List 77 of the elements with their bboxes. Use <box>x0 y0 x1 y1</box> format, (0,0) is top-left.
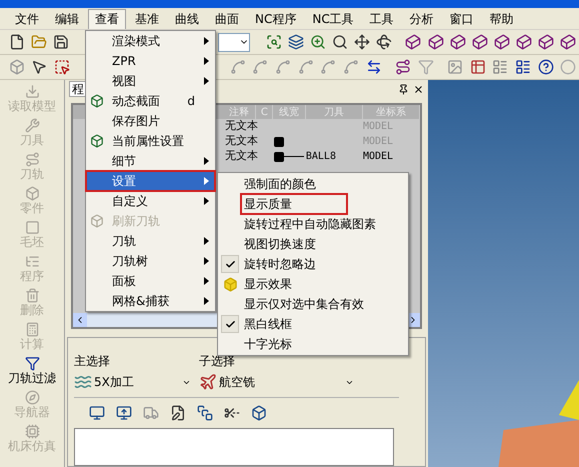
sidebar-item[interactable]: 刀轨过滤 <box>8 371 56 386</box>
submenu-arrow-icon <box>204 197 209 205</box>
field-label: 子选择 <box>199 353 235 370</box>
cube-icon <box>222 276 238 292</box>
menu-item[interactable]: 旋转时忽略边 <box>242 255 318 273</box>
route-icon <box>24 152 40 167</box>
menu-item[interactable]: 视图 <box>86 71 215 91</box>
menu-item[interactable]: 旋转过程中自动隐藏图素 <box>242 215 378 233</box>
sub-select-dropdown[interactable]: 航空铣 <box>199 373 354 391</box>
menu-item[interactable]: 强制面的颜色 <box>242 175 318 193</box>
menu-item[interactable]: 渲染模式 <box>86 31 215 51</box>
close-icon[interactable] <box>413 84 424 94</box>
submenu-arrow-icon <box>204 177 209 185</box>
trash-icon <box>24 288 40 303</box>
submenu-arrow-icon <box>204 57 209 65</box>
menu-bar-item[interactable]: 文件 <box>8 8 46 28</box>
submenu-arrow-icon <box>204 297 209 305</box>
menu-item[interactable]: 视图切换速度 <box>242 235 318 253</box>
chip-icon <box>24 424 40 439</box>
menu-bar-item[interactable]: 分析 <box>402 8 441 28</box>
table-cell-text: 无文本 <box>225 133 259 150</box>
menu-item[interactable]: 刀轨树 <box>86 251 215 271</box>
submenu-arrow-icon <box>204 37 209 45</box>
menu-bar-item[interactable]: 曲线 <box>168 8 206 28</box>
menu-bar-item[interactable]: NC程序 <box>248 8 304 28</box>
menu-item[interactable]: 当前属性设置 <box>86 131 215 151</box>
menu-bar-item[interactable]: NC工具 <box>305 8 361 28</box>
main-select-dropdown[interactable]: 5X加工 <box>74 373 191 391</box>
shortcut-label: d <box>187 93 196 110</box>
square-icon <box>24 220 40 235</box>
field-label: 主选择 <box>74 353 111 370</box>
menu-item-icon <box>90 214 104 228</box>
menu-item-icon <box>90 134 104 148</box>
menu-bar-item[interactable]: 查看 <box>88 8 126 28</box>
scroll-left-icon[interactable] <box>73 313 87 327</box>
combo-box[interactable] <box>218 32 250 52</box>
table-cell-text: MODEL <box>362 135 394 149</box>
menu-item[interactable]: 显示质量 <box>242 195 346 213</box>
menu-item[interactable]: 十字光标 <box>242 335 294 353</box>
submenu-arrow-icon <box>204 277 209 285</box>
table-cell-text: MODEL <box>362 120 394 134</box>
compass-icon <box>24 390 40 405</box>
submenu-arrow-icon <box>204 257 209 265</box>
wrench-icon <box>24 118 40 133</box>
menu-item[interactable]: 动态截面 d <box>86 91 215 111</box>
menu-item[interactable]: 黑白线框 <box>242 315 294 333</box>
table-cell-text: 无文本 <box>225 148 259 164</box>
menu-bar-item[interactable]: 编辑 <box>48 8 86 28</box>
calculator-icon <box>24 322 40 337</box>
menu-bar-item[interactable]: 曲面 <box>208 8 246 28</box>
menu-bar-item[interactable]: 基准 <box>128 8 166 28</box>
menu-item[interactable]: ZPR <box>86 51 215 71</box>
menu-item[interactable]: 显示仅对选中集合有效 <box>242 295 366 313</box>
submenu-arrow-icon <box>204 157 209 165</box>
plane-icon <box>199 373 217 391</box>
pin-icon[interactable] <box>398 84 409 94</box>
table-cell-text: 无文本 <box>225 118 259 134</box>
menu-item[interactable]: 设置 <box>86 171 215 191</box>
box-icon <box>24 186 40 201</box>
submenu-arrow-icon <box>204 77 209 85</box>
filter-icon <box>24 356 40 371</box>
menu-bar-item[interactable]: 工具 <box>362 8 401 28</box>
menu-bar-item[interactable]: 帮助 <box>482 8 521 28</box>
menu-item-icon <box>90 94 104 108</box>
table-cell-text: MODEL <box>362 150 394 164</box>
menu-item[interactable]: 细节 <box>86 151 215 171</box>
list-tree-icon <box>24 254 40 269</box>
menu-item[interactable]: 网格&捕获 <box>86 291 215 311</box>
menu-bar-item[interactable]: 窗口 <box>442 8 481 28</box>
menu-item[interactable]: 面板 <box>86 271 215 291</box>
menu-item[interactable]: 显示效果 <box>242 275 294 293</box>
submenu-arrow-icon <box>204 237 209 245</box>
menu-item[interactable]: 自定义 <box>86 191 215 211</box>
download-icon <box>24 84 40 99</box>
table-cell-text: BALL8 <box>306 150 337 164</box>
menu-item[interactable]: 刀轨 <box>86 231 215 251</box>
menu-item[interactable]: 保存图片 <box>86 111 215 131</box>
